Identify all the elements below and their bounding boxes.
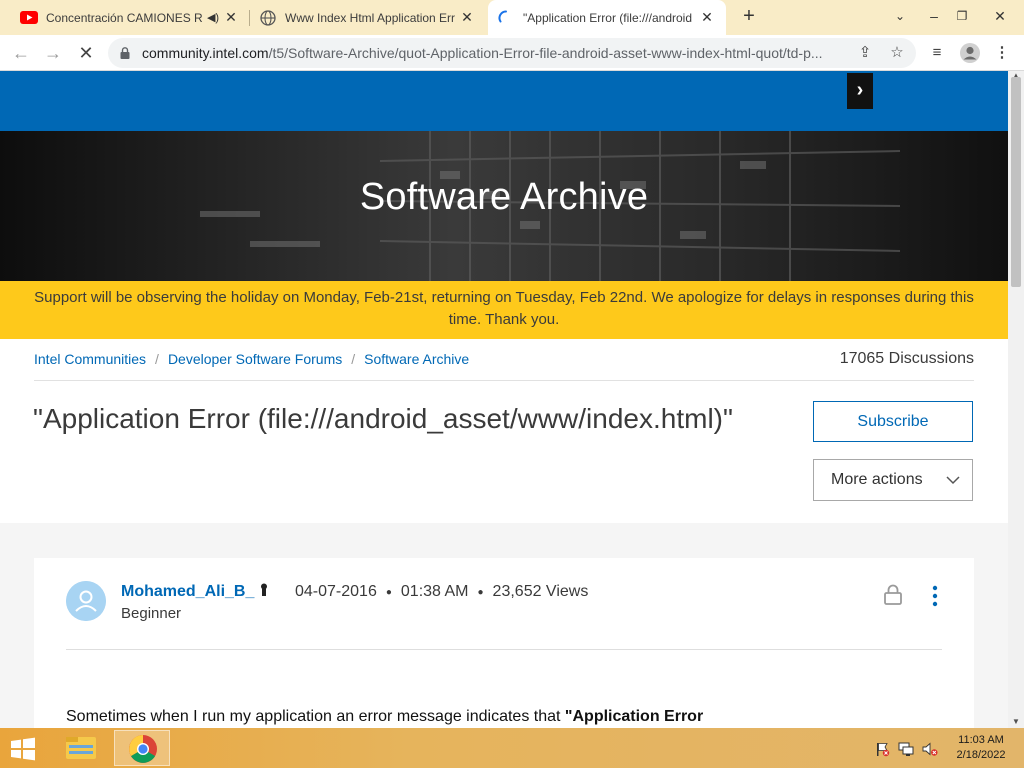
scrollbar-thumb[interactable]	[1011, 77, 1021, 287]
user-avatar-icon[interactable]	[66, 581, 106, 621]
view-count: 23,652 Views	[492, 583, 589, 600]
browser-tab-strip: Concentración CAMIONES R ◀) ✕ Www Index …	[0, 0, 1024, 35]
volume-muted-icon[interactable]	[922, 741, 938, 757]
url-domain: community.intel.com	[142, 45, 269, 61]
post-body-text: Sometimes when I run my application an e…	[66, 708, 565, 725]
post-body: Sometimes when I run my application an e…	[66, 708, 703, 726]
close-tab-icon[interactable]: ✕	[698, 9, 716, 26]
post-options-kebab-icon[interactable]	[927, 584, 943, 608]
rank-badge-icon	[260, 583, 267, 596]
breadcrumb: Intel Communities / Developer Software F…	[34, 351, 469, 367]
tab-title: Www Index Html Application Err	[285, 10, 456, 25]
back-button[interactable]: ←	[9, 41, 33, 65]
clock-time: 11:03 AM	[958, 734, 1004, 746]
post-card: Mohamed_Ali_B_ Beginner 04-07-2016 ● 01:…	[34, 558, 974, 728]
action-center-flag-icon[interactable]	[874, 741, 890, 757]
speaker-icon[interactable]: ◀)	[204, 11, 222, 24]
minimize-button[interactable]: –	[922, 4, 946, 28]
browser-toolbar: ← → ✕ community.intel.com/t5/Software-Ar…	[0, 35, 1024, 71]
lock-icon[interactable]	[120, 47, 130, 59]
author-name: Mohamed_Ali_B_	[121, 583, 255, 600]
chevron-down-icon	[946, 476, 960, 485]
post-time: 01:38 AM	[400, 583, 469, 600]
breadcrumb-link-intel-communities[interactable]: Intel Communities	[34, 351, 146, 367]
stop-loading-button[interactable]: ✕	[74, 41, 98, 65]
scroll-down-arrow-icon[interactable]: ▼	[1011, 717, 1021, 726]
subscribe-button[interactable]: Subscribe	[813, 401, 973, 442]
post-date: 04-07-2016	[295, 583, 377, 600]
network-icon[interactable]	[898, 741, 914, 757]
close-window-button[interactable]: ✕	[988, 4, 1012, 28]
post-title: "Application Error (file:///android_asse…	[33, 403, 733, 434]
bullet-separator: ●	[385, 586, 392, 598]
chrome-taskbar-button[interactable]	[114, 730, 170, 766]
bookmark-star-icon[interactable]: ☆	[886, 42, 908, 64]
chevron-right-icon[interactable]: ›	[847, 73, 873, 109]
bullet-separator: ●	[477, 586, 484, 598]
web-page: › Software Archive Support will be obser…	[0, 71, 1008, 728]
post-author[interactable]: Mohamed_Ali_B_	[121, 583, 269, 601]
windows-start-icon[interactable]	[8, 736, 38, 762]
media-queue-icon[interactable]: ≡	[925, 41, 949, 65]
page-scrollbar[interactable]: ▲ ▼	[1008, 71, 1024, 728]
screen: Concentración CAMIONES R ◀) ✕ Www Index …	[0, 0, 1024, 768]
tab-www-index[interactable]: Www Index Html Application Err ✕	[250, 0, 486, 35]
author-rank: Beginner	[121, 605, 182, 622]
url-path: /t5/Software-Archive/quot-Application-Er…	[268, 45, 823, 61]
discussion-count: 17065 Discussions	[839, 350, 974, 367]
file-explorer-taskbar-button[interactable]	[54, 730, 110, 766]
page-hero-title: Software Archive	[359, 176, 649, 218]
hero-banner: Software Archive	[0, 131, 1008, 281]
holiday-notice-banner: Support will be observing the holiday on…	[0, 281, 1008, 339]
new-tab-button[interactable]: +	[738, 5, 760, 29]
address-bar[interactable]: community.intel.com/t5/Software-Archive/…	[108, 38, 916, 68]
divider	[66, 649, 942, 650]
forward-button[interactable]: →	[41, 41, 65, 65]
browser-menu-icon[interactable]: ⋮	[990, 41, 1014, 65]
profile-avatar-icon[interactable]	[958, 41, 982, 65]
chrome-icon	[129, 735, 157, 763]
close-tab-icon[interactable]: ✕	[458, 9, 476, 26]
system-clock[interactable]: 11:03 AM 2/18/2022	[948, 733, 1014, 763]
close-tab-icon[interactable]: ✕	[222, 9, 240, 26]
tab-search-chevron-icon[interactable]: ⌄	[888, 4, 912, 28]
share-icon[interactable]: ⇪	[854, 42, 876, 64]
restore-button[interactable]: ❐	[950, 4, 974, 28]
tab-title: Concentración CAMIONES R	[46, 10, 203, 25]
clock-date: 2/18/2022	[956, 749, 1006, 761]
youtube-icon	[20, 11, 38, 24]
more-actions-dropdown[interactable]: More actions	[813, 459, 973, 501]
breadcrumb-link-software-archive[interactable]: Software Archive	[364, 351, 469, 367]
tab-application-error[interactable]: "Application Error (file:///android ✕	[488, 0, 726, 35]
divider	[34, 380, 974, 381]
breadcrumb-link-developer-software-forums[interactable]: Developer Software Forums	[168, 351, 342, 367]
windows-taskbar: 11:03 AM 2/18/2022	[0, 728, 1024, 768]
loading-spinner-icon	[498, 9, 507, 22]
post-body-bold: "Application Error	[564, 708, 704, 725]
tab-title: "Application Error (file:///android	[523, 10, 693, 25]
tab-youtube[interactable]: Concentración CAMIONES R ◀) ✕	[10, 0, 250, 35]
url-text: community.intel.com/t5/Software-Archive/…	[142, 45, 842, 61]
more-actions-label: More actions	[831, 471, 923, 488]
post-meta: 04-07-2016 ● 01:38 AM ● 23,652 Views	[295, 583, 588, 601]
breadcrumb-separator: /	[351, 351, 356, 367]
locked-thread-icon	[884, 584, 902, 605]
breadcrumb-separator: /	[155, 351, 159, 367]
file-explorer-icon	[66, 737, 96, 759]
globe-icon	[260, 9, 276, 26]
intel-header-bar: ›	[0, 71, 1008, 131]
